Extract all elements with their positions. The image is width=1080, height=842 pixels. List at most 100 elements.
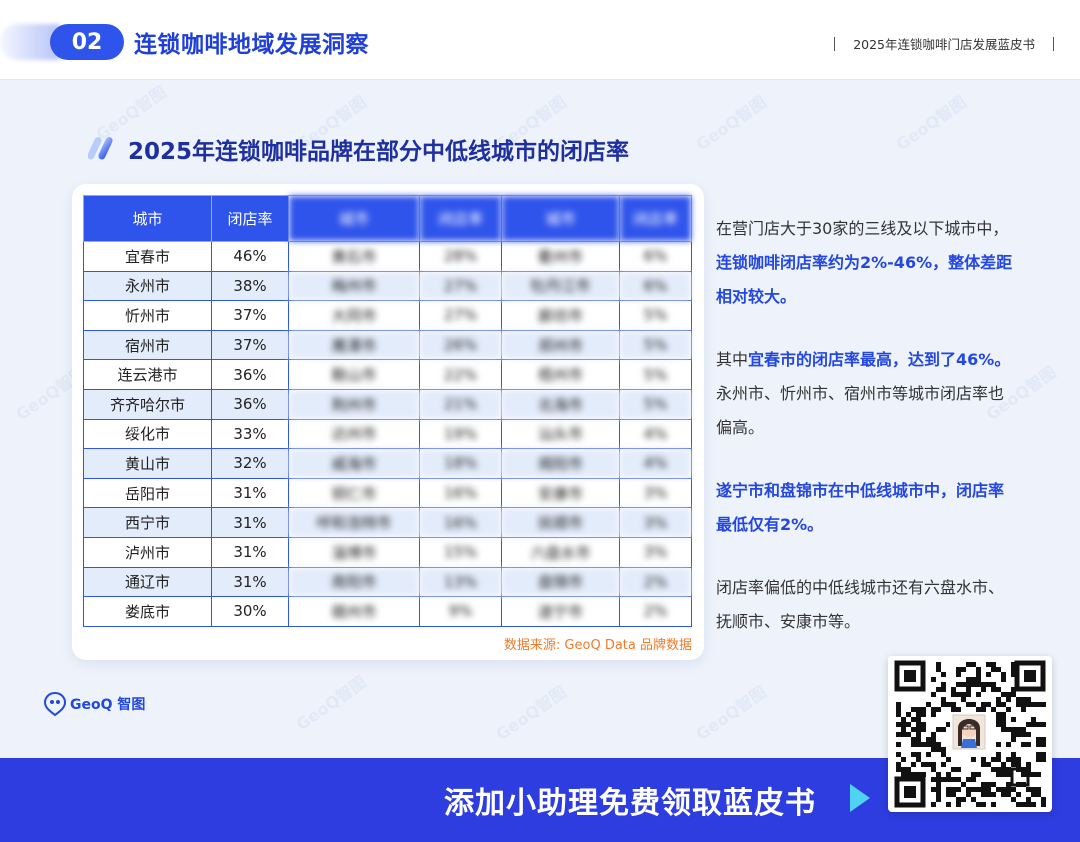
page-header: 02 连锁咖啡地域发展洞察 2025年连锁咖啡门店发展蓝皮书 [0, 0, 1080, 80]
rate-cell-blurred: 3% [619, 477, 692, 509]
city-cell-blurred: 北海市 [501, 388, 620, 420]
city-cell-blurred: 黄石市 [288, 241, 420, 272]
table-row: 宿州市 37% 鹰潭市 26% 郑州市 5% [83, 329, 692, 361]
rate-cell: 38% [211, 270, 289, 302]
rate-cell-blurred: 6% [619, 241, 692, 272]
city-cell-blurred: 郑州市 [501, 329, 620, 361]
city-cell-blurred: 铜仁市 [288, 477, 420, 509]
city-cell: 宜春市 [83, 241, 212, 272]
header-city-blurred: 城市 [288, 195, 420, 242]
city-cell-blurred: 揭阳市 [501, 448, 620, 479]
section-number-badge: 02 [50, 24, 124, 60]
rate-cell-blurred: 27% [419, 300, 502, 331]
watermark: GeoQ智图 [692, 92, 770, 155]
table-row: 永州市 38% 梅州市 27% 牡丹江市 6% [83, 270, 692, 302]
city-cell-blurred: 淄博市 [288, 536, 420, 568]
city-cell-blurred: 抚顺市 [501, 507, 620, 538]
slash-marker-icon [88, 137, 113, 160]
table-row: 岳阳市 31% 铜仁市 16% 安康市 3% [83, 477, 692, 509]
header-city-blurred: 城市 [501, 195, 620, 242]
city-cell-blurred: 鹰潭市 [288, 329, 420, 361]
rate-cell-blurred: 3% [619, 536, 692, 568]
table-row: 忻州市 37% 大同市 27% 廊坊市 5% [83, 300, 692, 331]
city-cell: 宿州市 [83, 329, 212, 361]
rate-cell-blurred: 27% [419, 270, 502, 302]
report-title: 2025年连锁咖啡门店发展蓝皮书 [853, 37, 1035, 52]
insight-paragraph: 闭店率偏低的中低线城市还有六盘水市、抚顺市、安康市等。 [716, 578, 1005, 631]
divider [834, 36, 836, 51]
city-cell-blurred: 汕头市 [501, 418, 620, 450]
city-cell: 通辽市 [83, 566, 212, 598]
header-rate-blurred: 闭店率 [619, 195, 692, 242]
city-cell-blurred: 达州市 [288, 418, 420, 450]
city-cell-blurred: 六盘水市 [501, 536, 620, 568]
data-source-note: 数据来源: GeoQ Data 品牌数据 [503, 638, 692, 653]
city-cell-blurred: 牡丹江市 [501, 270, 620, 302]
header-rate-blurred: 闭店率 [419, 195, 502, 242]
rate-cell-blurred: 19% [419, 418, 502, 450]
watermark: GeoQ智图 [892, 92, 970, 155]
city-cell: 绥化市 [83, 418, 212, 450]
rate-cell-blurred: 2% [619, 566, 692, 598]
cta-text[interactable]: 添加小助理免费领取蓝皮书 [444, 778, 816, 822]
city-cell-blurred: 大同市 [288, 300, 420, 331]
city-cell-blurred: 鞍山市 [288, 359, 420, 390]
rate-cell-blurred: 28% [419, 241, 502, 272]
insight-text: 永州市、忻州市、宿州市等城市闭店率也偏高。 [716, 384, 1005, 437]
header-rate: 闭店率 [211, 195, 289, 242]
city-cell-blurred: 衢州市 [501, 241, 620, 272]
city-cell-blurred: 赣州市 [288, 596, 420, 627]
city-cell: 娄底市 [83, 596, 212, 627]
rate-cell-blurred: 9% [419, 596, 502, 627]
table-row: 宜春市 46% 黄石市 28% 衢州市 6% [83, 241, 692, 272]
city-cell-blurred: 荆州市 [288, 388, 420, 420]
watermark: GeoQ智图 [292, 672, 370, 735]
rate-cell-blurred: 5% [619, 359, 692, 390]
table-row: 娄底市 30% 赣州市 9% 遂宁市 2% [83, 596, 692, 627]
rate-cell: 37% [211, 300, 289, 331]
rate-cell: 36% [211, 359, 289, 390]
city-cell-blurred: 遂宁市 [501, 596, 620, 627]
city-cell-blurred: 南阳市 [288, 566, 420, 598]
geoq-pin-icon [44, 692, 66, 716]
city-cell: 岳阳市 [83, 477, 212, 509]
closure-rate-table: 城市 闭店率 城市 闭店率 城市 闭店率 宜春市 46% 黄石市 28% 衢州市 6% 永州… [83, 195, 692, 627]
insight-paragraph: 在营门店大于30家的三线及以下城市中， 连锁咖啡闭店率约为2%-46%，整体差距相… [716, 212, 1016, 314]
insight-highlight-paragraph: 遂宁市和盘锦市在中低线城市中，闭店率最低仅有2%。 [716, 481, 1005, 534]
table-header-row: 城市 闭店率 城市 闭店率 城市 闭店率 [83, 195, 692, 242]
rate-cell-blurred: 6% [619, 270, 692, 302]
insight-highlight: 连锁咖啡闭店率约为2%-46%，整体差距相对较大。 [716, 253, 1013, 306]
play-arrow-icon[interactable] [850, 784, 870, 812]
city-cell-blurred: 廊坊市 [501, 300, 620, 331]
table-row: 绥化市 33% 达州市 19% 汕头市 4% [83, 418, 692, 450]
rate-cell-blurred: 21% [419, 388, 502, 420]
table-row: 连云港市 36% 鞍山市 22% 梧州市 5% [83, 359, 692, 390]
table-row: 黄山市 32% 威海市 18% 揭阳市 4% [83, 448, 692, 479]
rate-cell-blurred: 4% [619, 418, 692, 450]
city-cell: 忻州市 [83, 300, 212, 331]
rate-cell: 30% [211, 596, 289, 627]
table-row: 通辽市 31% 南阳市 13% 盘锦市 2% [83, 566, 692, 598]
rate-cell-blurred: 16% [419, 507, 502, 538]
rate-cell: 33% [211, 418, 289, 450]
qr-code[interactable] [888, 656, 1052, 812]
rate-cell-blurred: 2% [619, 596, 692, 627]
rate-cell-blurred: 5% [619, 329, 692, 361]
rate-cell: 37% [211, 329, 289, 361]
watermark: GeoQ智图 [692, 682, 770, 745]
rate-cell-blurred: 13% [419, 566, 502, 598]
rate-cell-blurred: 18% [419, 448, 502, 479]
rate-cell: 31% [211, 536, 289, 568]
report-title-block: 2025年连锁咖啡门店发展蓝皮书 [834, 34, 1054, 53]
rate-cell: 31% [211, 507, 289, 538]
insight-text: 在营门店大于30家的三线及以下城市中， [716, 219, 1009, 238]
insight-highlight: 宜春市的闭店率最高，达到了46%。 [748, 350, 1011, 369]
table-row: 泸州市 31% 淄博市 15% 六盘水市 3% [83, 536, 692, 568]
rate-cell-blurred: 26% [419, 329, 502, 361]
rate-cell: 46% [211, 241, 289, 272]
city-cell-blurred: 呼和浩特市 [288, 507, 420, 538]
table-row: 齐齐哈尔市 36% 荆州市 21% 北海市 5% [83, 388, 692, 420]
rate-cell: 31% [211, 477, 289, 509]
city-cell: 连云港市 [83, 359, 212, 390]
watermark: GeoQ智图 [492, 682, 570, 745]
